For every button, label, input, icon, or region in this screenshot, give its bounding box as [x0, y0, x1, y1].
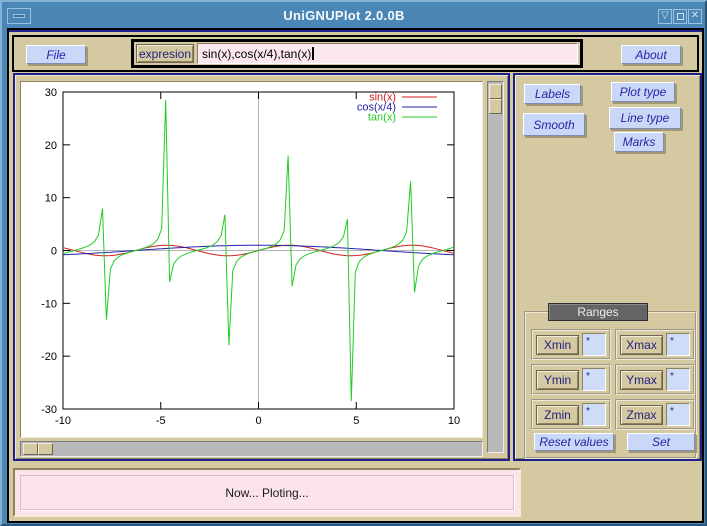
svg-text:5: 5: [353, 415, 359, 427]
controls-panel: Labels Plot type Smooth Line type Marks …: [513, 73, 702, 461]
plot-panel: -30-20-100102030-10-50510sin(x)cos(x/4)t…: [13, 73, 510, 461]
reset-values-button[interactable]: Reset values: [534, 433, 614, 451]
function-plot: -30-20-100102030-10-50510sin(x)cos(x/4)t…: [21, 82, 484, 439]
range-cell-xmin: Xmin *: [531, 329, 611, 360]
expression-button[interactable]: expresion: [136, 44, 194, 63]
xmin-input[interactable]: *: [582, 333, 606, 356]
range-cell-xmax: Xmax *: [615, 329, 695, 360]
set-button[interactable]: Set: [627, 433, 695, 451]
maximize-icon: [677, 13, 684, 20]
xmax-input[interactable]: *: [666, 333, 690, 356]
zmin-input[interactable]: *: [582, 403, 606, 426]
plot-canvas: -30-20-100102030-10-50510sin(x)cos(x/4)t…: [20, 81, 483, 438]
shade-icon: ▽: [661, 11, 669, 21]
svg-text:20: 20: [45, 140, 57, 152]
plot-type-button[interactable]: Plot type: [611, 82, 675, 102]
svg-text:-10: -10: [55, 415, 71, 427]
horizontal-scrollbar[interactable]: [20, 441, 483, 457]
scrollbar-thumb-cell: [489, 84, 502, 99]
about-button[interactable]: About: [621, 45, 681, 64]
close-button[interactable]: ✕: [688, 9, 702, 24]
expression-group: expresion sin(x),cos(x/4),tan(x): [131, 39, 583, 68]
svg-text:10: 10: [448, 415, 460, 427]
range-cell-ymin: Ymin *: [531, 364, 611, 395]
ymax-input[interactable]: *: [666, 368, 690, 391]
xmin-label-button[interactable]: Xmin: [536, 335, 579, 355]
status-frame: Now... Ploting...: [20, 475, 514, 510]
close-icon: ✕: [691, 11, 699, 21]
ymin-label-button[interactable]: Ymin: [536, 370, 579, 390]
toolbar: File expresion sin(x),cos(x/4),tan(x) Ab…: [12, 35, 699, 72]
labels-button[interactable]: Labels: [524, 84, 581, 104]
range-cell-ymax: Ymax *: [615, 364, 695, 395]
zmax-label-button[interactable]: Zmax: [620, 405, 663, 425]
file-button[interactable]: File: [26, 45, 86, 64]
window-menu-icon: [13, 14, 25, 18]
marks-button[interactable]: Marks: [614, 132, 664, 152]
expression-text: sin(x),cos(x/4),tan(x): [202, 47, 311, 61]
zmin-label-button[interactable]: Zmin: [536, 405, 579, 425]
svg-text:30: 30: [45, 87, 57, 99]
svg-text:-20: -20: [41, 351, 57, 363]
app-window: UniGNUPlot 2.0.0B ▽ ✕ File expresion sin…: [0, 0, 707, 526]
shade-button[interactable]: ▽: [658, 9, 672, 24]
maximize-button[interactable]: [673, 9, 687, 24]
status-bar: Now... Ploting...: [13, 468, 521, 517]
vertical-scrollbar-thumb[interactable]: [489, 84, 502, 114]
line-type-button[interactable]: Line type: [609, 107, 681, 129]
ymax-label-button[interactable]: Ymax: [620, 370, 663, 390]
window-title: UniGNUPlot 2.0.0B: [31, 8, 657, 23]
scrollbar-thumb-cell: [38, 443, 53, 455]
scrollbar-thumb-cell: [23, 443, 38, 455]
scrollbar-thumb-cell: [489, 99, 502, 114]
xmax-label-button[interactable]: Xmax: [620, 335, 663, 355]
range-cell-zmax: Zmax *: [615, 399, 695, 430]
svg-text:-5: -5: [156, 415, 166, 427]
status-message: Now... Ploting...: [225, 486, 308, 500]
title-bar: UniGNUPlot 2.0.0B ▽ ✕: [5, 4, 702, 26]
svg-text:0: 0: [255, 415, 261, 427]
svg-text:10: 10: [45, 193, 57, 205]
text-cursor: [312, 47, 314, 60]
range-cell-zmin: Zmin *: [531, 399, 611, 430]
svg-text:-10: -10: [41, 298, 57, 310]
zmax-input[interactable]: *: [666, 403, 690, 426]
ymin-input[interactable]: *: [582, 368, 606, 391]
vertical-scrollbar[interactable]: [487, 81, 504, 453]
window-menu-button[interactable]: [7, 8, 31, 24]
client-area: File expresion sin(x),cos(x/4),tan(x) Ab…: [7, 28, 704, 523]
svg-text:0: 0: [51, 246, 57, 258]
expression-input[interactable]: sin(x),cos(x/4),tan(x): [197, 43, 578, 64]
svg-text:tan(x): tan(x): [368, 112, 396, 124]
ranges-group: Ranges Xmin * Xmax * Ymin * Ymax *: [524, 311, 697, 459]
horizontal-scrollbar-thumb[interactable]: [23, 443, 53, 455]
smooth-button[interactable]: Smooth: [523, 113, 585, 136]
ranges-group-title: Ranges: [548, 303, 648, 321]
